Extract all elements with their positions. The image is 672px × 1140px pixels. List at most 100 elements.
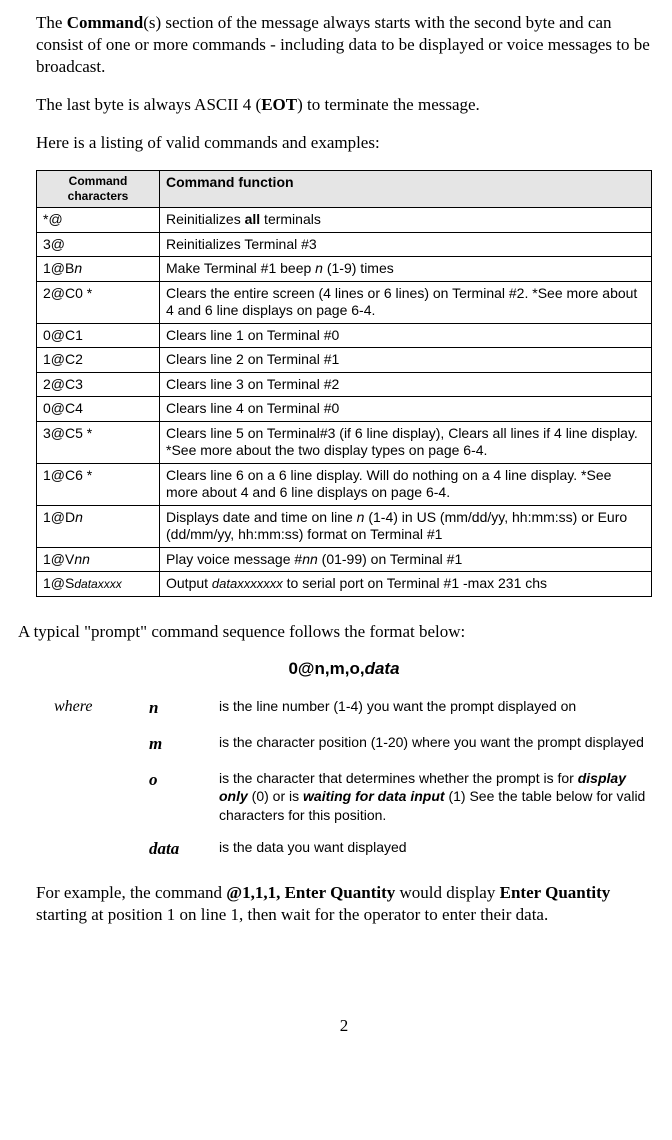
paragraph-listing: Here is a listing of valid commands and … [36, 132, 652, 154]
cmd-func: Play voice message #nn (01-99) on Termin… [160, 547, 652, 572]
page-number: 2 [36, 1016, 652, 1036]
paragraph-example: For example, the command @1,1,1, Enter Q… [36, 882, 652, 926]
col-header-function: Command function [160, 171, 652, 208]
text-italic: n [75, 509, 83, 525]
cmd-chars: 3@C5 * [37, 421, 160, 463]
text-italic: nn [74, 551, 90, 567]
text-italic: dataxxxxxxx [212, 576, 283, 591]
paragraph-commands: The Command(s) section of the message al… [36, 12, 652, 78]
text: Output [166, 575, 212, 591]
text-bold: @1,1,1, Enter Quantity [226, 883, 395, 902]
table-row: 1@Dn Displays date and time on line n (1… [37, 505, 652, 547]
text: to serial port on Terminal #1 -max 231 c… [283, 575, 547, 591]
cmd-chars: 2@C0 * [37, 281, 160, 323]
cmd-chars: 1@Bn [37, 257, 160, 282]
table-row: 3@ Reinitializes Terminal #3 [37, 232, 652, 257]
text: terminals [260, 211, 321, 227]
text-bold: all [245, 211, 261, 227]
text-italic: n [315, 260, 323, 276]
def-var: data [149, 838, 219, 860]
def-desc: is the character position (1-20) where y… [219, 733, 652, 755]
cmd-chars: 3@ [37, 232, 160, 257]
text: The last byte is always ASCII 4 ( [36, 95, 261, 114]
table-header-row: Command characters Command function [37, 171, 652, 208]
table-row: 1@C6 * Clears line 6 on a 6 line display… [37, 463, 652, 505]
cmd-chars: *@ [37, 208, 160, 233]
table-row: 2@C3 Clears line 3 on Terminal #2 [37, 372, 652, 397]
def-row: data is the data you want displayed [36, 838, 652, 860]
def-desc: is the line number (1-4) you want the pr… [219, 697, 652, 719]
text-italic: n [74, 260, 82, 276]
cmd-chars: 1@Sdataxxxx [37, 572, 160, 597]
def-var: m [149, 733, 219, 755]
blank [36, 733, 149, 755]
cmd-chars: 0@C4 [37, 397, 160, 422]
cmd-chars: 1@C6 * [37, 463, 160, 505]
prompt-formula: 0@n,m,o,data [36, 659, 652, 679]
col-header-chars: Command characters [37, 171, 160, 208]
cmd-chars: 2@C3 [37, 372, 160, 397]
formula-italic: data [365, 659, 400, 678]
commands-table: Command characters Command function *@ R… [36, 170, 652, 597]
text: Make Terminal #1 beep [166, 260, 315, 276]
definitions: where n is the line number (1-4) you wan… [36, 697, 652, 860]
def-var: o [149, 769, 219, 824]
formula-text: 0@n,m,o, [288, 659, 364, 678]
text-bold: EOT [261, 95, 297, 114]
text: (01-99) on Terminal #1 [318, 551, 462, 567]
text: 1@V [43, 551, 74, 567]
text: 1@B [43, 260, 74, 276]
text: 1@D [43, 509, 75, 525]
text: starting at position 1 on line 1, then w… [36, 905, 548, 924]
text-bold: Command [67, 13, 144, 32]
text-italic: nn [302, 551, 318, 567]
page-content: The Command(s) section of the message al… [0, 0, 672, 1056]
cmd-func: Make Terminal #1 beep n (1-9) times [160, 257, 652, 282]
text: (0) or is [248, 788, 303, 804]
def-desc: is the character that determines whether… [219, 769, 652, 824]
blank [36, 769, 149, 824]
cmd-func: Clears line 3 on Terminal #2 [160, 372, 652, 397]
text: 1@S [43, 575, 74, 591]
table-row: 1@Bn Make Terminal #1 beep n (1-9) times [37, 257, 652, 282]
table-row: *@ Reinitializes all terminals [37, 208, 652, 233]
cmd-func: Clears line 1 on Terminal #0 [160, 323, 652, 348]
text-bolditalic: waiting for data input [303, 788, 445, 804]
def-row: o is the character that determines wheth… [36, 769, 652, 824]
cmd-func: Clears line 6 on a 6 line display. Will … [160, 463, 652, 505]
cmd-func: Reinitializes Terminal #3 [160, 232, 652, 257]
text: Displays date and time on line [166, 509, 357, 525]
text-italic: dataxxxx [74, 577, 121, 591]
cmd-func: Clears line 5 on Terminal#3 (if 6 line d… [160, 421, 652, 463]
cmd-func: Clears the entire screen (4 lines or 6 l… [160, 281, 652, 323]
cmd-chars: 1@C2 [37, 348, 160, 373]
table-row: 1@Sdataxxxx Output dataxxxxxxx to serial… [37, 572, 652, 597]
cmd-func: Clears line 4 on Terminal #0 [160, 397, 652, 422]
def-var: n [149, 697, 219, 719]
text: would display [395, 883, 499, 902]
text: The [36, 13, 67, 32]
table-row: 0@C4 Clears line 4 on Terminal #0 [37, 397, 652, 422]
text: Reinitializes [166, 211, 245, 227]
table-row: 2@C0 * Clears the entire screen (4 lines… [37, 281, 652, 323]
text: is the character that determines whether… [219, 770, 578, 786]
cmd-func: Clears line 2 on Terminal #1 [160, 348, 652, 373]
cmd-func: Reinitializes all terminals [160, 208, 652, 233]
text: For example, the command [36, 883, 226, 902]
cmd-chars: 0@C1 [37, 323, 160, 348]
paragraph-prompt: A typical "prompt" command sequence foll… [18, 621, 652, 643]
text-bold: Enter Quantity [500, 883, 611, 902]
text: Play voice message # [166, 551, 302, 567]
cmd-chars: 1@Vnn [37, 547, 160, 572]
where-label: where [36, 697, 149, 719]
table-row: 1@Vnn Play voice message #nn (01-99) on … [37, 547, 652, 572]
def-desc: is the data you want displayed [219, 838, 652, 860]
table-row: 0@C1 Clears line 1 on Terminal #0 [37, 323, 652, 348]
blank [36, 838, 149, 860]
paragraph-eot: The last byte is always ASCII 4 (EOT) to… [36, 94, 652, 116]
table-row: 3@C5 * Clears line 5 on Terminal#3 (if 6… [37, 421, 652, 463]
cmd-chars: 1@Dn [37, 505, 160, 547]
cmd-func: Displays date and time on line n (1-4) i… [160, 505, 652, 547]
def-row: where n is the line number (1-4) you wan… [36, 697, 652, 719]
cmd-func: Output dataxxxxxxx to serial port on Ter… [160, 572, 652, 597]
